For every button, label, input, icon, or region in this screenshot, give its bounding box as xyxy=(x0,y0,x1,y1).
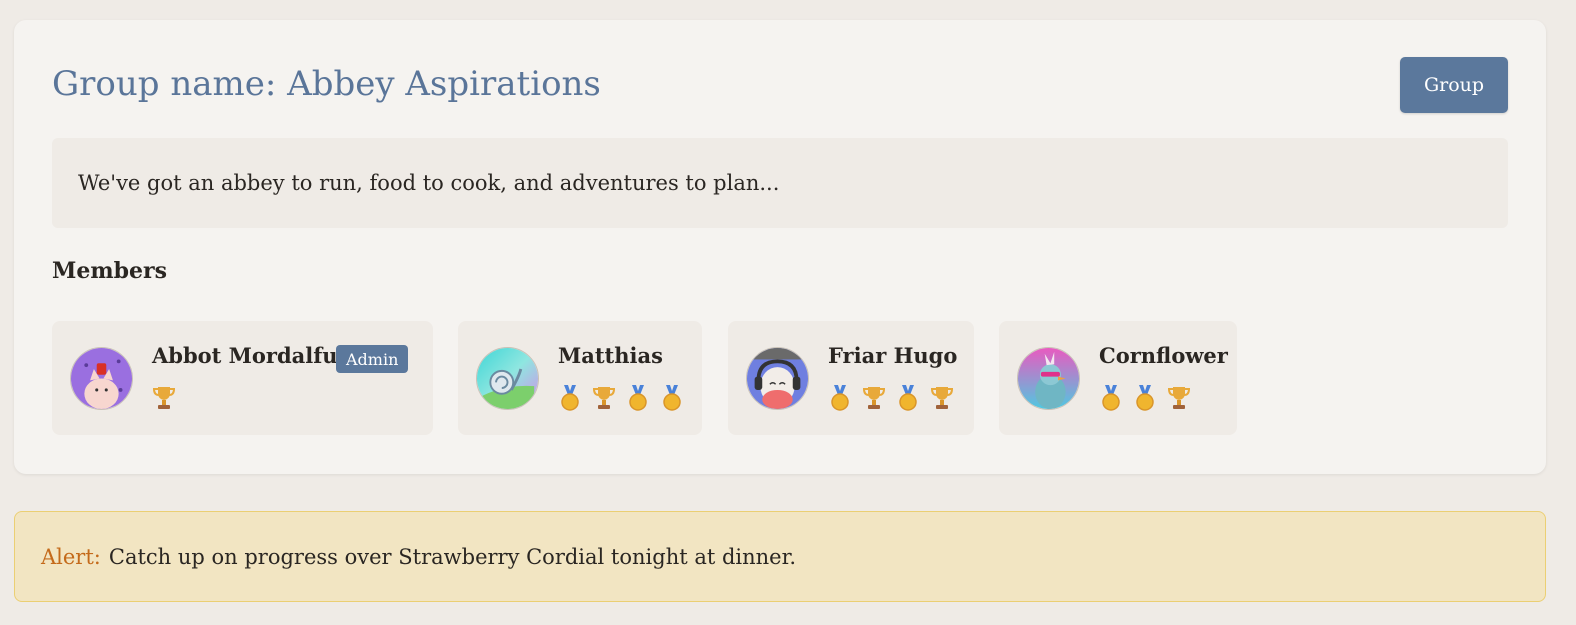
medal-icon xyxy=(1102,385,1120,411)
medal-icon xyxy=(899,385,917,411)
awards-list xyxy=(826,383,956,413)
member-name: Friar Hugo xyxy=(828,343,958,368)
medal-icon xyxy=(663,385,681,411)
group-card: Group name: Abbey Aspirations Group We'v… xyxy=(14,20,1546,474)
trophy-icon xyxy=(862,387,886,409)
cat-avatar-icon xyxy=(71,348,132,409)
bird-avatar-icon xyxy=(1018,348,1079,409)
awards-list xyxy=(556,383,686,413)
member-name: Abbot Mordalfus xyxy=(152,343,350,368)
alert-text: Catch up on progress over Strawberry Cor… xyxy=(108,544,797,569)
group-button[interactable]: Group xyxy=(1400,57,1508,113)
medal-icon xyxy=(629,385,647,411)
alert-label: Alert: xyxy=(41,544,101,569)
headphones-avatar-icon xyxy=(747,348,808,409)
page-title: Group name: Abbey Aspirations xyxy=(52,64,601,104)
medal-icon xyxy=(1136,385,1154,411)
group-description: We've got an abbey to run, food to cook,… xyxy=(52,138,1508,228)
trophy-icon xyxy=(1167,387,1191,409)
member-name: Matthias xyxy=(558,343,663,368)
alert-banner: Alert: Catch up on progress over Strawbe… xyxy=(14,511,1546,602)
medal-icon xyxy=(831,385,849,411)
members-heading: Members xyxy=(52,258,167,284)
member-card-abbot-mordalfus[interactable]: Abbot Mordalfus Admin xyxy=(52,321,433,435)
member-name: Cornflower xyxy=(1099,343,1228,368)
avatar xyxy=(70,347,133,410)
awards-list xyxy=(1097,383,1193,413)
avatar xyxy=(476,347,539,410)
snail-avatar-icon xyxy=(477,348,538,409)
member-card-friar-hugo[interactable]: Friar Hugo xyxy=(728,321,974,435)
trophy-icon xyxy=(152,387,176,409)
awards-list xyxy=(150,383,178,413)
member-card-matthias[interactable]: Matthias xyxy=(458,321,702,435)
medal-icon xyxy=(561,385,579,411)
member-card-cornflower[interactable]: Cornflower xyxy=(999,321,1237,435)
trophy-icon xyxy=(592,387,616,409)
trophy-icon xyxy=(930,387,954,409)
avatar xyxy=(746,347,809,410)
avatar xyxy=(1017,347,1080,410)
admin-badge: Admin xyxy=(336,345,409,373)
